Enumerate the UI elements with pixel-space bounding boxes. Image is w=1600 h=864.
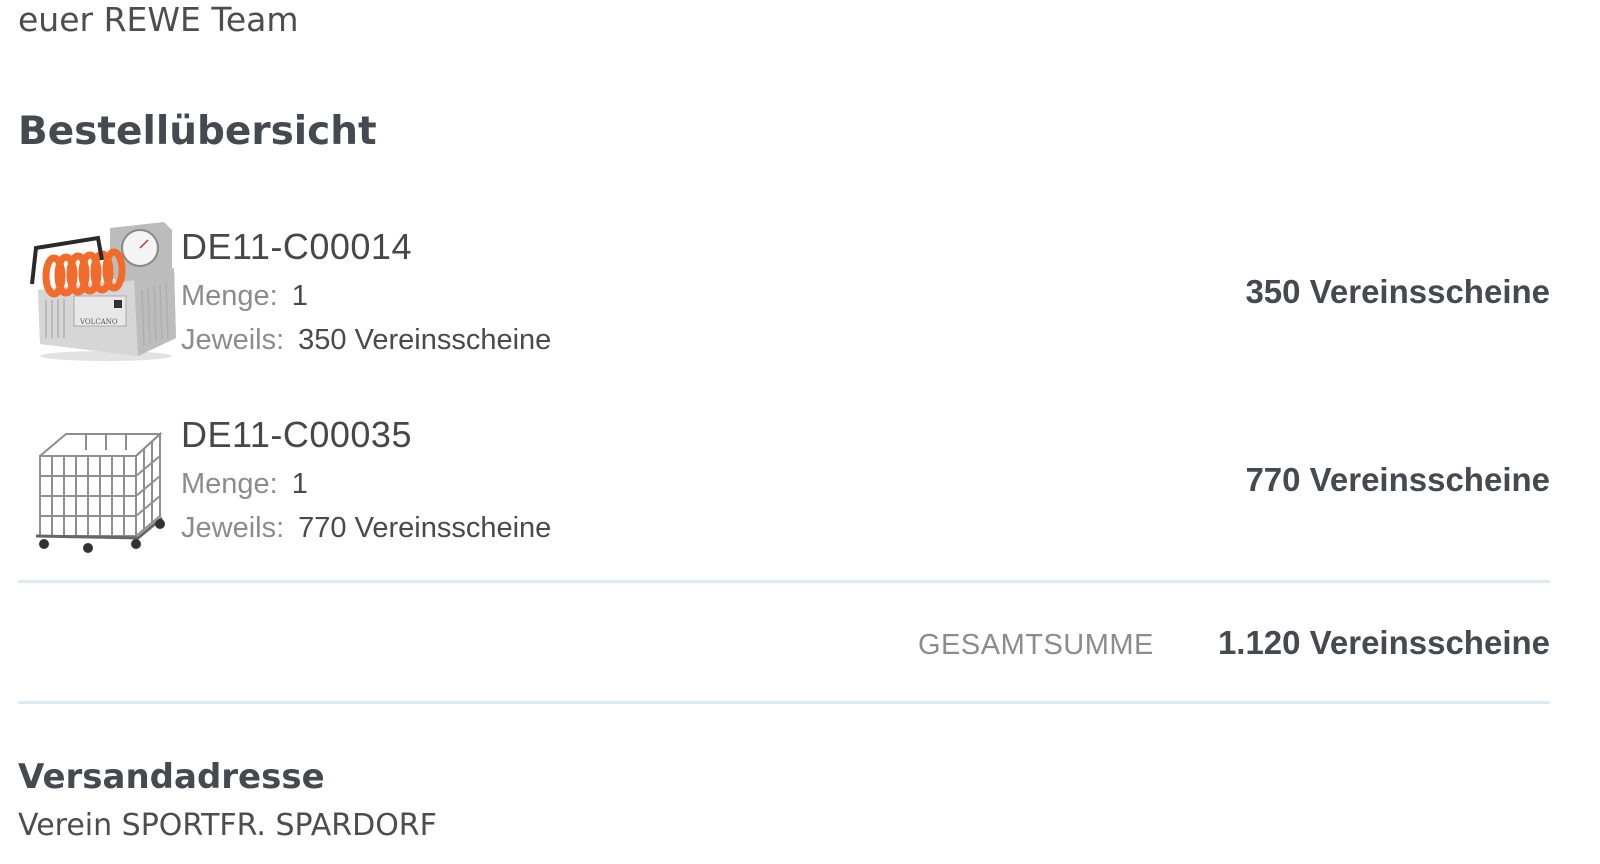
quantity-value: 1 — [291, 468, 308, 500]
item-quantity: Menge: 1 — [181, 466, 308, 502]
quantity-label: Menge: — [181, 280, 278, 312]
total-sum-label: GESAMTSUMME — [918, 629, 1154, 661]
item-code: DE11-C00035 — [181, 414, 412, 455]
unit-price-value: 350 Vereinsscheine — [298, 324, 552, 356]
shipping-address-title: Versandadresse — [18, 757, 325, 797]
total-sum-value: 1.120 Vereinsscheine — [1217, 624, 1550, 661]
quantity-label: Menge: — [181, 468, 278, 500]
air-pump-compressor-image: VOLCANO — [26, 220, 176, 365]
order-item: VOLCANO DE11-C00014 Menge: 1 Jeweils: 350 … — [18, 220, 1550, 380]
quantity-value: 1 — [291, 280, 308, 312]
wire-ball-cart-image — [26, 420, 176, 565]
unit-price-label: Jeweils: — [181, 512, 285, 544]
greeting-text: euer REWE Team — [18, 0, 299, 39]
svg-text:VOLCANO: VOLCANO — [79, 318, 118, 326]
order-item: DE11-C00035 Menge: 1 Jeweils: 770 Vereinss… — [18, 408, 1550, 568]
divider — [18, 580, 1550, 583]
item-total: 350 Vereinsscheine — [1245, 273, 1550, 310]
item-unit-price: Jeweils: 350 Vereinsscheine — [181, 322, 551, 358]
unit-price-label: Jeweils: — [181, 324, 285, 356]
item-code: DE11-C00014 — [181, 226, 412, 267]
order-overview-title: Bestellübersicht — [18, 109, 377, 154]
item-quantity: Menge: 1 — [181, 278, 308, 314]
unit-price-value: 770 Vereinsscheine — [298, 512, 552, 544]
item-total: 770 Vereinsscheine — [1245, 461, 1550, 498]
shipping-address-line: Verein SPORTFR. SPARDORF — [18, 808, 437, 843]
item-unit-price: Jeweils: 770 Vereinsscheine — [181, 510, 551, 546]
divider — [18, 701, 1550, 704]
